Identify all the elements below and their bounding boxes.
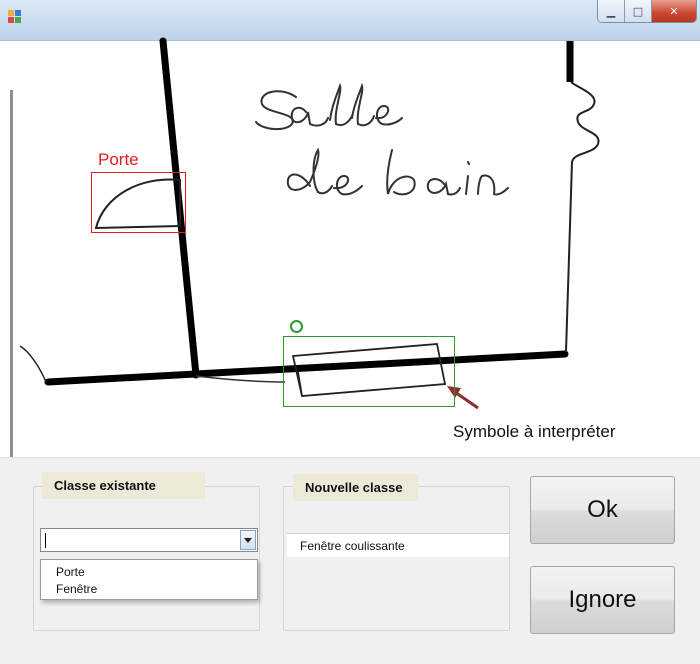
dropdown-option-porte[interactable]: Porte [56, 565, 85, 579]
chevron-down-icon [244, 537, 252, 543]
new-class-value: Fenêtre coulissante [300, 539, 405, 553]
ignore-button[interactable]: Ignore [530, 566, 675, 634]
symbol-selection-box[interactable] [283, 336, 455, 407]
detected-door-box [91, 172, 186, 233]
maximize-button[interactable]: □ [625, 0, 652, 22]
new-class-group [283, 486, 510, 631]
ok-button[interactable]: Ok [530, 476, 675, 544]
existing-class-combobox[interactable] [40, 528, 258, 552]
detected-door-label: Porte [98, 150, 139, 169]
window-left-edge [10, 90, 13, 457]
text-caret [45, 533, 46, 548]
app-icon [8, 10, 22, 24]
panel-divider [0, 457, 700, 458]
window-controls: ▁ □ ✕ [597, 0, 697, 23]
new-class-input[interactable]: Fenêtre coulissante [287, 533, 509, 557]
new-class-title: Nouvelle classe [293, 474, 418, 501]
existing-class-title: Classe existante [42, 472, 205, 499]
candidate-handle-icon[interactable] [290, 320, 303, 333]
minimize-button[interactable]: ▁ [598, 0, 625, 22]
combo-dropdown-list: Porte Fenêtre [40, 559, 258, 600]
close-button[interactable]: ✕ [652, 0, 696, 22]
combo-dropdown-button[interactable] [240, 530, 256, 550]
title-bar: ▁ □ ✕ [0, 0, 700, 40]
symbol-caption: Symbole à interpréter [453, 422, 616, 441]
dropdown-option-fenetre[interactable]: Fenêtre [56, 582, 97, 596]
